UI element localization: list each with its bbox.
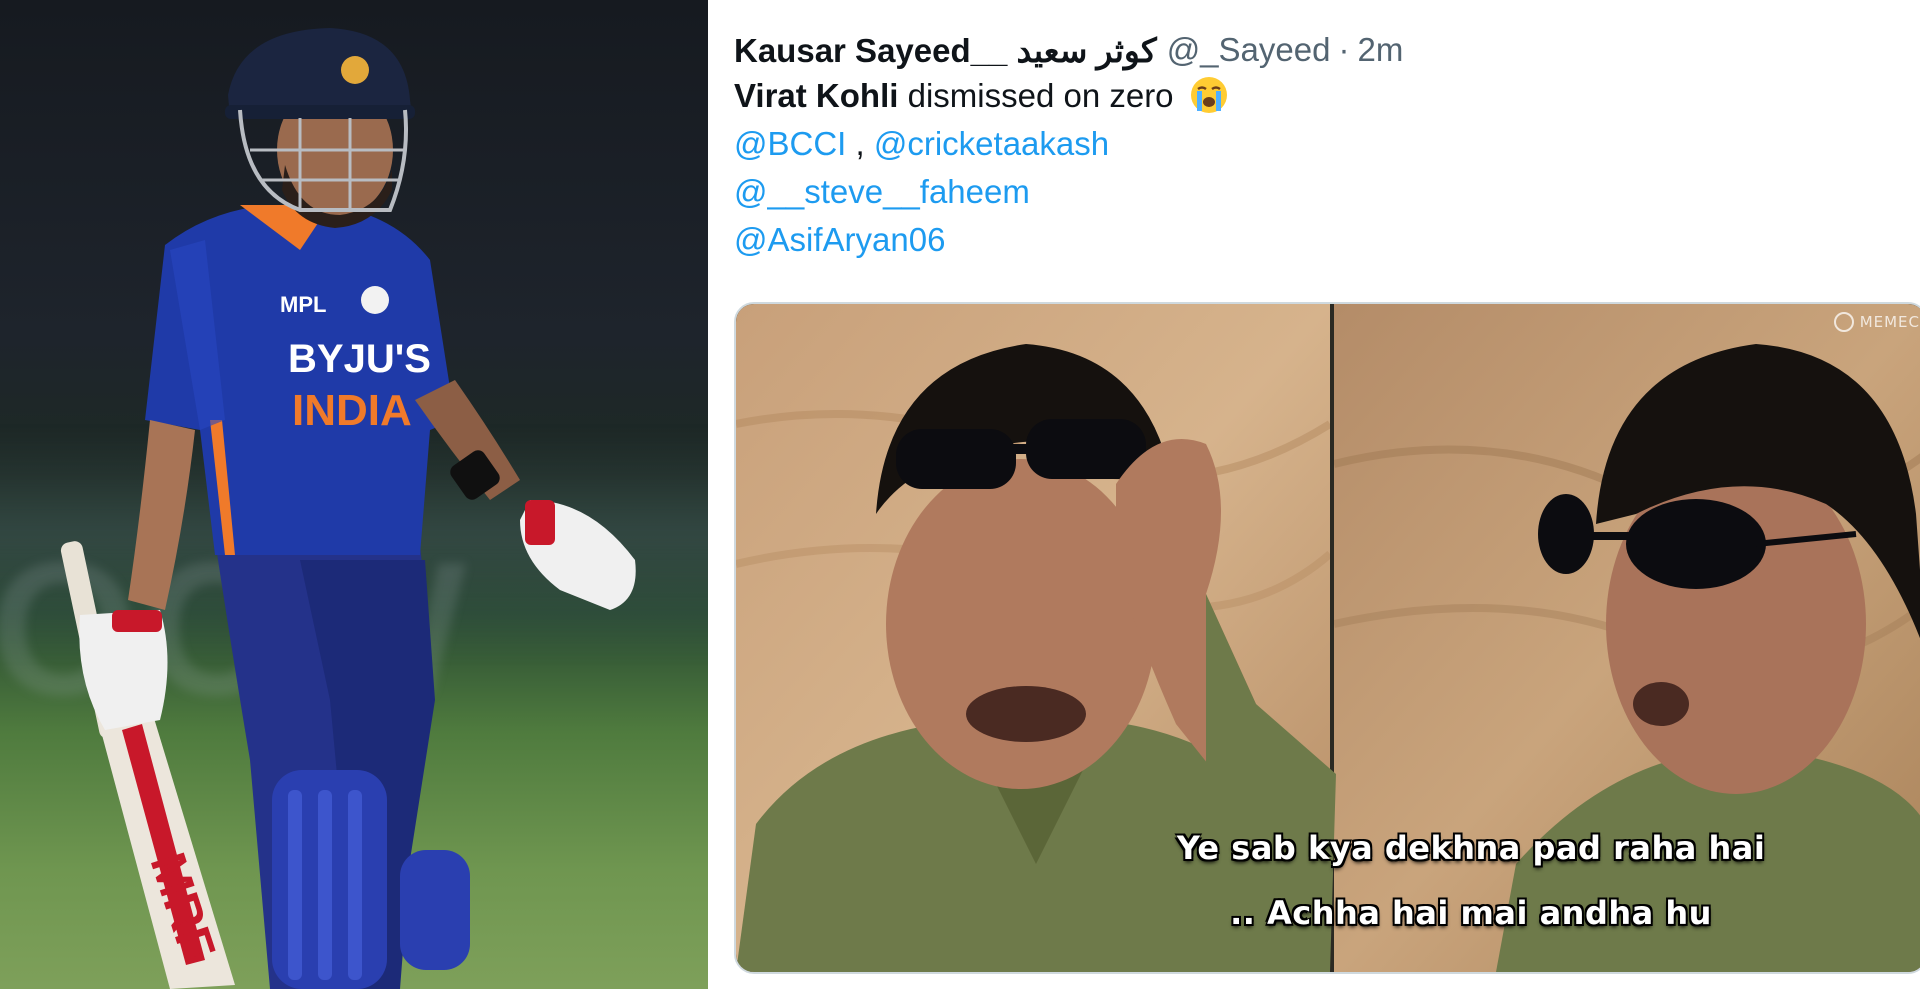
tweet-text-body: dismissed on zero (898, 77, 1174, 114)
tweet: Kausar Sayeed__ كوثر سعيد @_Sayeed · 2m … (734, 28, 1914, 264)
meme-watermark: MEMEC (1833, 312, 1920, 332)
mentions-line-3: @AsifAryan06 (734, 216, 1914, 264)
mention-comma: , (846, 125, 874, 162)
mention-asifaryan06[interactable]: @AsifAryan06 (734, 221, 945, 258)
loudly-crying-face-emoji (1190, 77, 1227, 113)
watermark-logo-icon (1833, 312, 1854, 332)
left-man-sunglasses-icon (896, 429, 1016, 489)
composite-image: OCW (0, 0, 1920, 989)
helmet-and-head (225, 28, 415, 228)
panel-divider (708, 0, 710, 989)
bcci-crest-icon (361, 286, 389, 314)
mention-steve-faheem[interactable]: @__steve__faheem (734, 173, 1030, 210)
header-separator: · (1338, 31, 1350, 68)
meme-caption-line-1: Ye sab kya dekhna pad raha hai (1176, 829, 1766, 867)
meme-illustration (736, 304, 1920, 972)
tweet-header: Kausar Sayeed__ كوثر سعيد @_Sayeed · 2m … (734, 28, 1914, 72)
tweet-media-image[interactable]: MEMEC Ye sab kya dekhna pad raha hai .. … (734, 302, 1920, 974)
tweet-text-name: Virat Kohli (734, 77, 899, 114)
tweet-timestamp[interactable]: 2m (1357, 31, 1403, 69)
mentions-line-2: @__steve__faheem (734, 168, 1914, 216)
jersey-sponsor-text: BYJU'S (288, 337, 431, 381)
helmet-crest-icon (341, 56, 369, 84)
mention-cricketaakash[interactable]: @cricketaakash (874, 125, 1109, 162)
watermark-text: MEMEC (1859, 313, 1920, 331)
author-display-name[interactable]: Kausar Sayeed__ كوثر سعيد (734, 31, 1157, 70)
right-man-sunglasses-icon (1626, 499, 1766, 589)
jersey-team-text: INDIA (292, 386, 412, 435)
jersey-kit-logo: MPL (280, 292, 326, 317)
batting-pads (272, 770, 470, 989)
tweet-text: Virat Kohli dismissed on zero (734, 72, 1914, 120)
cricketer-photo: OCW (0, 0, 708, 989)
author-handle[interactable]: @_Sayeed (1167, 31, 1331, 69)
mention-bcci[interactable]: @BCCI (734, 125, 846, 162)
meme-caption-line-2: .. Achha hai mai andha hu (1230, 894, 1712, 932)
mentions-line-1: @BCCI , @cricketaakash (734, 120, 1914, 168)
cricketer-illustration: MPL BYJU'S INDIA MRF (60, 28, 636, 989)
